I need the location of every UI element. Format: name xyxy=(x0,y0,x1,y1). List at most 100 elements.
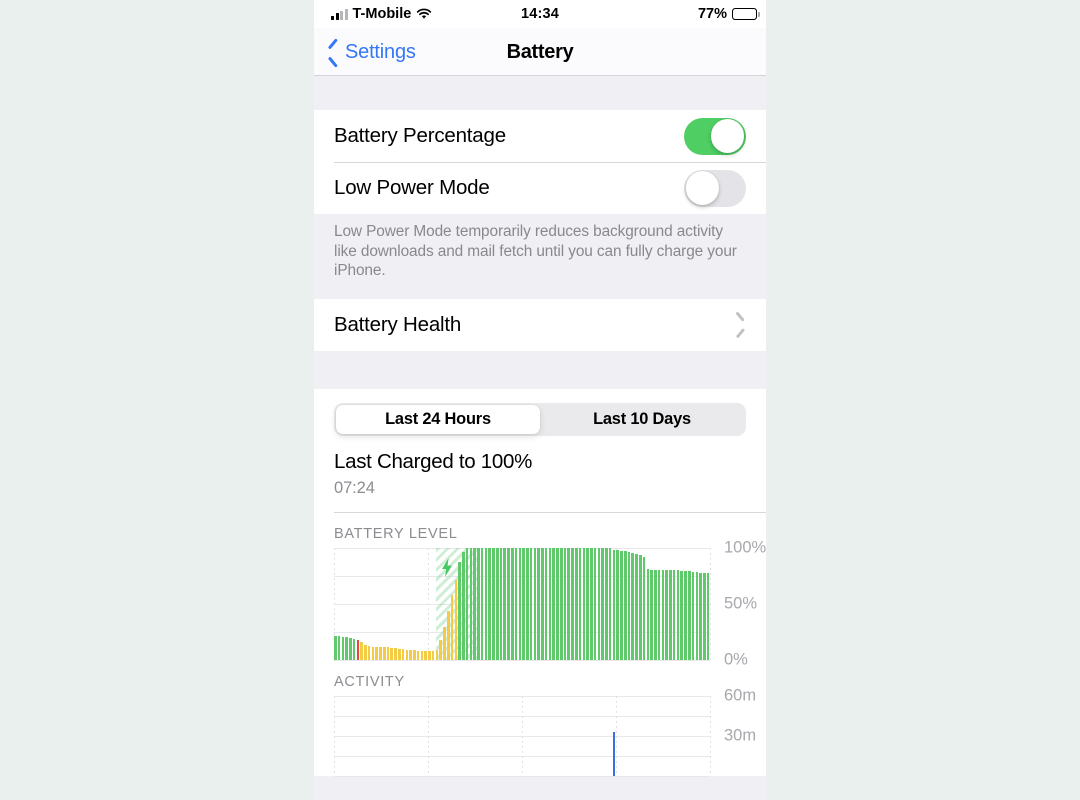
row-low-power-mode[interactable]: Low Power Mode xyxy=(314,162,766,214)
battery-level-chart-section: BATTERY LEVEL 100% 50% 0% xyxy=(314,512,766,669)
low-power-mode-toggle[interactable] xyxy=(684,169,746,207)
tab-last-10-days[interactable]: Last 10 Days xyxy=(540,405,744,434)
activity-y-tick: 30m xyxy=(724,726,757,745)
battery-level-bar xyxy=(405,650,409,661)
battery-level-bar xyxy=(356,640,360,661)
battery-level-bar xyxy=(484,548,488,661)
battery-level-bar xyxy=(413,650,416,661)
battery-level-bar xyxy=(420,651,424,661)
battery-percent-label: 77% xyxy=(697,6,727,22)
battery-level-y-tick: 50% xyxy=(724,594,758,613)
battery-level-bar xyxy=(462,551,465,661)
battery-level-bar xyxy=(394,648,397,661)
activity-bars xyxy=(334,696,710,777)
battery-level-bar xyxy=(699,573,702,661)
battery-level-bar xyxy=(642,557,646,661)
battery-level-bar xyxy=(458,561,461,661)
activity-chart-section: ACTIVITY 60m 30m xyxy=(314,660,766,777)
battery-level-y-tick: 0% xyxy=(724,650,748,669)
battery-level-bar xyxy=(556,548,559,661)
battery-level-bar xyxy=(646,568,650,661)
battery-level-bar xyxy=(605,548,608,661)
battery-level-bar xyxy=(616,549,619,661)
battery-level-bar xyxy=(586,548,589,661)
segmented-control-wrap: Last 24 Hours Last 10 Days xyxy=(314,389,766,436)
activity-chart-row: 60m 30m xyxy=(334,687,766,777)
battery-level-bar xyxy=(492,548,495,661)
battery-health-label: Battery Health xyxy=(334,312,462,336)
battery-level-bar xyxy=(349,637,352,661)
battery-level-bar xyxy=(416,651,420,661)
battery-level-bar xyxy=(522,548,525,661)
battery-level-bar xyxy=(578,548,582,661)
battery-level-bar xyxy=(676,569,680,661)
battery-level-bar xyxy=(593,548,597,661)
battery-level-bar xyxy=(495,548,499,661)
battery-level-chart-title: BATTERY LEVEL xyxy=(334,526,458,543)
battery-level-bar xyxy=(544,548,548,661)
battery-level-bar xyxy=(703,573,706,661)
battery-level-chart-row: 100% 50% 0% xyxy=(334,539,766,669)
battery-level-bar xyxy=(620,550,623,661)
battery-level-bar xyxy=(665,569,668,661)
battery-level-bar xyxy=(443,626,446,661)
battery-level-bar xyxy=(650,569,653,661)
battery-level-bar xyxy=(409,650,412,661)
battery-level-bar xyxy=(639,555,642,661)
battery-level-bar xyxy=(431,651,435,661)
toggle-knob xyxy=(710,119,745,153)
tab-last-10-days-label: Last 10 Days xyxy=(593,409,691,428)
tab-last-24-hours[interactable]: Last 24 Hours xyxy=(336,404,540,434)
battery-level-bar xyxy=(507,548,510,661)
section-gap-middle xyxy=(314,350,766,389)
tab-last-24-hours-label: Last 24 Hours xyxy=(385,409,491,428)
toggle-knob xyxy=(685,171,720,205)
lightning-bolt-icon xyxy=(440,558,454,578)
battery-level-bar xyxy=(695,571,699,661)
battery-level-bar xyxy=(571,548,574,661)
battery-level-bar xyxy=(514,548,518,661)
phone-screen: T-Mobile 14:34 77% Settings Battery Batt… xyxy=(314,0,766,800)
battery-level-bar xyxy=(477,548,480,661)
row-battery-percentage[interactable]: Battery Percentage xyxy=(314,110,766,162)
battery-level-bar xyxy=(582,548,586,661)
battery-level-bar xyxy=(345,636,348,661)
battery-level-bar xyxy=(601,548,604,661)
battery-level-bar xyxy=(680,570,684,661)
battery-level-bar xyxy=(661,569,665,661)
battery-level-bar xyxy=(627,551,631,661)
battery-level-bar xyxy=(428,651,431,661)
battery-level-bar xyxy=(567,548,571,661)
activity-y-axis: 60m 30m xyxy=(710,687,766,776)
battery-level-bar xyxy=(548,548,552,661)
battery-level-bar xyxy=(526,548,529,661)
battery-level-bar xyxy=(575,548,578,661)
chevron-right-icon xyxy=(734,316,744,333)
battery-level-bar xyxy=(623,550,627,661)
activity-bar xyxy=(612,732,616,777)
battery-level-bar xyxy=(563,548,567,661)
last-charged-title: Last Charged to 100% xyxy=(334,449,532,473)
battery-level-bar xyxy=(454,579,458,661)
battery-level-bar xyxy=(334,635,337,661)
time-range-segmented-control[interactable]: Last 24 Hours Last 10 Days xyxy=(334,402,746,436)
battery-level-bar xyxy=(367,645,371,661)
battery-percentage-label: Battery Percentage xyxy=(334,124,506,147)
battery-level-bar xyxy=(337,635,341,661)
battery-level-bar xyxy=(480,548,484,661)
battery-level-bar xyxy=(386,646,390,661)
battery-level-bar xyxy=(371,646,375,661)
battery-level-bar xyxy=(398,649,401,661)
battery-level-bar xyxy=(465,548,469,661)
battery-percentage-toggle[interactable] xyxy=(684,117,746,155)
battery-level-bar xyxy=(435,650,439,661)
battery-level-bar xyxy=(691,571,695,661)
settings-content: Battery Percentage Low Power Mode Low Po… xyxy=(314,76,766,777)
battery-level-bar xyxy=(684,570,687,661)
status-bar: T-Mobile 14:34 77% xyxy=(314,0,766,28)
battery-level-bar xyxy=(608,548,612,661)
battery-level-bar xyxy=(518,548,522,661)
row-battery-health[interactable]: Battery Health xyxy=(314,298,766,351)
activity-plot[interactable] xyxy=(334,695,711,777)
battery-level-plot[interactable] xyxy=(334,547,711,661)
